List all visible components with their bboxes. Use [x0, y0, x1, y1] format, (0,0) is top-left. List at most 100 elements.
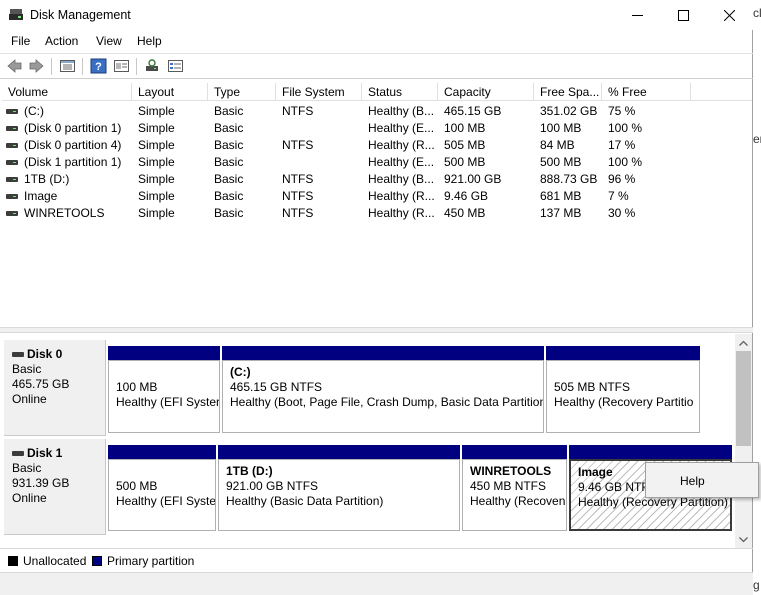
- window-title: Disk Management: [30, 8, 131, 22]
- forward-arrow-icon[interactable]: [28, 58, 45, 74]
- menu-action[interactable]: Action: [45, 34, 78, 48]
- disk-icon: [12, 451, 24, 456]
- partition-name: 1TB (D:): [226, 464, 273, 478]
- partition-status: Healthy (Boot, Page File, Crash Dump, Ba…: [230, 395, 544, 409]
- cell-status: Healthy (R...: [368, 138, 435, 152]
- cell-file-system: NTFS: [282, 206, 314, 220]
- legend: Unallocated Primary partition: [0, 548, 753, 572]
- cell-free-space: 500 MB: [540, 155, 582, 169]
- pane-splitter[interactable]: [0, 327, 753, 333]
- chevron-down-icon: [739, 536, 748, 542]
- cell-layout: Simple: [138, 189, 175, 203]
- column-header-type[interactable]: Type: [208, 83, 276, 101]
- disk-1-partition-winretools[interactable]: WINRETOOLS 450 MB NTFS Healthy (Recoven: [462, 445, 567, 531]
- cell-type: Basic: [214, 155, 244, 169]
- list-view-icon[interactable]: [59, 58, 76, 74]
- partition-status: Healthy (EFI Syster: [116, 395, 220, 409]
- disk-icon: [12, 352, 24, 357]
- cell-free-space: 137 MB: [540, 206, 582, 220]
- cell-file-system: [282, 120, 362, 137]
- disk-0-partition-recovery[interactable]: 505 MB NTFS Healthy (Recovery Partitio: [546, 346, 700, 433]
- disk-1-size: 931.39 GB: [12, 476, 70, 490]
- table-row[interactable]: (Disk 0 partition 4) Simple Basic NTFS Healt…: [2, 137, 752, 154]
- context-menu-help[interactable]: Help: [680, 474, 705, 488]
- properties-icon[interactable]: [113, 58, 130, 74]
- primary-partition-bar: [462, 445, 567, 459]
- back-arrow-icon[interactable]: [6, 58, 23, 74]
- cell-percent-free: 17 %: [608, 138, 636, 152]
- disk-0-state: Online: [12, 392, 47, 406]
- cell-free-space: 100 MB: [540, 121, 582, 135]
- disk-1-partition-d[interactable]: 1TB (D:) 921.00 GB NTFS Healthy (Basic D…: [218, 445, 460, 531]
- title-bar: Disk Management: [0, 0, 753, 30]
- menu-file[interactable]: File: [11, 34, 30, 48]
- cell-file-system: NTFS: [282, 172, 314, 186]
- partition-status: Healthy (Recoven: [470, 494, 566, 508]
- partition-size: 921.00 GB NTFS: [226, 479, 319, 493]
- scroll-thumb[interactable]: [736, 351, 751, 446]
- column-header-status[interactable]: Status: [362, 83, 438, 101]
- cell-layout: Simple: [138, 104, 175, 118]
- column-header-file-system[interactable]: File System: [276, 83, 362, 101]
- disk-0-partition-c[interactable]: (C:) 465.15 GB NTFS Healthy (Boot, Page …: [222, 346, 544, 433]
- cell-volume: (C:): [24, 104, 44, 118]
- close-button[interactable]: [706, 0, 752, 30]
- disk-management-app-icon: [9, 9, 23, 20]
- cell-capacity: 100 MB: [444, 121, 486, 135]
- help-icon[interactable]: ?: [90, 58, 107, 74]
- minimize-button[interactable]: [614, 0, 660, 30]
- disk-1-label[interactable]: Disk 1 Basic 931.39 GB Online: [4, 439, 106, 535]
- cell-percent-free: 96 %: [608, 172, 636, 186]
- column-header-capacity[interactable]: Capacity: [438, 83, 534, 101]
- cell-type: Basic: [214, 206, 244, 220]
- background-window-edge: cl er g: [753, 0, 761, 595]
- cell-capacity: 921.00 GB: [444, 172, 502, 186]
- scroll-up-button[interactable]: [735, 334, 752, 351]
- disk-1-name: Disk 1: [27, 446, 63, 460]
- maximize-button[interactable]: [660, 0, 706, 30]
- table-row[interactable]: 1TB (D:) Simple Basic NTFS Healthy (B... 921.…: [2, 171, 752, 188]
- cell-volume: (Disk 0 partition 4): [24, 138, 122, 152]
- cell-volume: WINRETOOLS: [24, 206, 105, 220]
- context-menu: Help: [645, 462, 759, 498]
- table-row[interactable]: (Disk 1 partition 1) Simple Basic Healthy (…: [2, 154, 752, 171]
- rescan-icon[interactable]: [167, 58, 184, 74]
- column-header-free-space[interactable]: Free Spa...: [534, 83, 602, 101]
- graphical-view-scrollbar[interactable]: [735, 334, 752, 548]
- column-header-percent-free[interactable]: % Free: [602, 83, 691, 101]
- primary-partition-bar: [569, 445, 732, 459]
- cell-percent-free: 100 %: [608, 121, 643, 135]
- partition-status: Healthy (Basic Data Partition): [226, 494, 384, 508]
- primary-partition-bar: [108, 445, 216, 459]
- menu-view[interactable]: View: [96, 34, 122, 48]
- table-row[interactable]: (Disk 0 partition 1) Simple Basic Healthy (…: [2, 120, 752, 137]
- cell-capacity: 9.46 GB: [444, 189, 489, 203]
- disk-management-window: Disk Management File Action View Help ? …: [0, 0, 753, 595]
- disk-1-partition-efi[interactable]: 500 MB Healthy (EFI Syste: [108, 445, 216, 531]
- legend-primary: Primary partition: [92, 554, 194, 568]
- cell-free-space: 84 MB: [540, 138, 575, 152]
- cell-free-space: 681 MB: [540, 189, 582, 203]
- menu-help[interactable]: Help: [137, 34, 162, 48]
- cell-file-system: [282, 154, 362, 171]
- table-row[interactable]: Image Simple Basic NTFS Healthy (R... 9.46 GB…: [2, 188, 752, 205]
- table-row[interactable]: WINRETOOLS Simple Basic NTFS Healthy (R... 45…: [2, 205, 752, 222]
- disk-graphical-view: Disk 0 Basic 465.75 GB Online 100 MB Hea…: [2, 334, 735, 546]
- cell-status: Healthy (E...: [368, 121, 435, 135]
- table-row[interactable]: (C:) Simple Basic NTFS Healthy (B... 465.15 G…: [2, 103, 752, 120]
- cell-layout: Simple: [138, 206, 175, 220]
- disk-0-label[interactable]: Disk 0 Basic 465.75 GB Online: [4, 340, 106, 436]
- chevron-up-icon: [739, 340, 748, 346]
- scroll-down-button[interactable]: [735, 531, 752, 548]
- toolbar: ?: [0, 53, 753, 79]
- partition-status: Healthy (Recovery Partitio: [554, 395, 694, 409]
- cell-status: Healthy (R...: [368, 206, 435, 220]
- column-header-layout[interactable]: Layout: [132, 83, 208, 101]
- disk-0-name: Disk 0: [27, 347, 63, 361]
- partition-size: 450 MB NTFS: [470, 479, 547, 493]
- cell-volume: (Disk 1 partition 1): [24, 155, 122, 169]
- refresh-disks-icon[interactable]: [144, 58, 161, 74]
- volume-list-header: Volume Layout Type File System Status Ca…: [2, 83, 752, 101]
- column-header-volume[interactable]: Volume: [2, 83, 132, 101]
- disk-0-partition-efi[interactable]: 100 MB Healthy (EFI Syster: [108, 346, 220, 433]
